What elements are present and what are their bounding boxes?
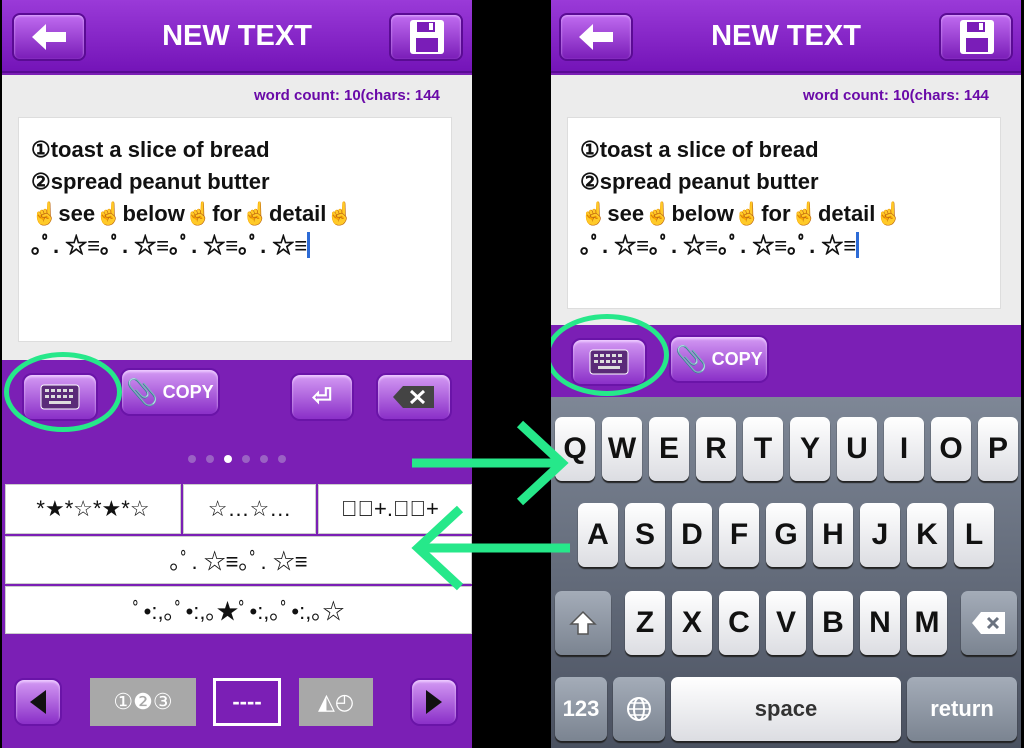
key-r[interactable]: R xyxy=(696,417,736,481)
key-e[interactable]: E xyxy=(649,417,689,481)
paperclip-icon: 📎 xyxy=(675,343,708,374)
key-g[interactable]: G xyxy=(766,503,806,567)
floppy-disk-icon xyxy=(960,20,994,54)
page-dot xyxy=(206,455,214,463)
arrow-right-icon xyxy=(412,420,569,506)
return-arrow-icon: ⏎ xyxy=(311,383,333,411)
text-line: ②spread peanut butter xyxy=(580,169,819,194)
on-screen-keyboard: Q W E R T Y U I O P A S D F G H J K L Z … xyxy=(551,397,1021,748)
key-z[interactable]: Z xyxy=(625,591,665,655)
symbol-cell[interactable]: ﾟ•:,｡ﾟ•:,｡★ﾟ•:,｡ﾟ•:,｡☆ xyxy=(5,586,472,634)
symbol-cell[interactable]: *★*☆*★*☆ xyxy=(5,484,181,534)
key-u[interactable]: U xyxy=(837,417,877,481)
return-key-button[interactable]: ⏎ xyxy=(290,373,354,421)
right-screen: NEW TEXT word count: 10(chars: 144 ①toas… xyxy=(551,0,1021,748)
symbol-cell[interactable]: ｡ﾟ. ☆≡｡ﾟ. ☆≡ xyxy=(5,536,472,584)
text-caret xyxy=(307,232,311,258)
key-k[interactable]: K xyxy=(907,503,947,567)
symbol-cell[interactable]: ☆…☆… xyxy=(183,484,316,534)
tab-shapes[interactable]: ◭◴ xyxy=(299,678,373,726)
text-line: ①toast a slice of bread xyxy=(31,137,270,162)
page-dot-active xyxy=(224,455,232,463)
key-a[interactable]: A xyxy=(578,503,618,567)
shift-arrow-icon xyxy=(569,610,597,635)
key-b[interactable]: B xyxy=(813,591,853,655)
nav-bar: NEW TEXT xyxy=(551,0,1021,73)
text-line: ☝see☝below☝for☝detail☝ xyxy=(31,201,354,226)
delete-key[interactable] xyxy=(961,591,1017,655)
key-w[interactable]: W xyxy=(602,417,642,481)
page-dot xyxy=(260,455,268,463)
tab-lines[interactable]: ---- xyxy=(213,678,281,726)
transition-arrows xyxy=(411,420,570,591)
page-dot xyxy=(278,455,286,463)
page-indicator xyxy=(2,450,472,468)
word-count: word count: 10(chars: 144 xyxy=(803,87,989,104)
text-editor[interactable]: ①toast a slice of bread ②spread peanut b… xyxy=(567,117,1001,309)
tab-numbers[interactable]: ①❷③ xyxy=(90,678,196,726)
space-key[interactable]: space xyxy=(671,677,901,741)
key-c[interactable]: C xyxy=(719,591,759,655)
prev-page-button[interactable] xyxy=(14,678,62,726)
save-button[interactable] xyxy=(939,13,1013,61)
text-line: ｡ﾟ. ☆≡｡ﾟ. ☆≡｡ﾟ. ☆≡｡ﾟ. ☆≡ xyxy=(31,230,439,262)
nav-bar: NEW TEXT xyxy=(2,0,472,73)
copy-label: COPY xyxy=(162,381,214,402)
globe-key[interactable] xyxy=(613,677,665,741)
key-s[interactable]: S xyxy=(625,503,665,567)
numbers-key[interactable]: 123 xyxy=(555,677,607,741)
copy-button[interactable]: 📎 COPY xyxy=(120,368,220,416)
key-m[interactable]: M xyxy=(907,591,947,655)
backspace-icon xyxy=(393,386,434,408)
next-page-button[interactable] xyxy=(410,678,458,726)
key-h[interactable]: H xyxy=(813,503,853,567)
key-p[interactable]: P xyxy=(978,417,1018,481)
key-o[interactable]: O xyxy=(931,417,971,481)
highlight-ring xyxy=(4,352,122,432)
key-f[interactable]: F xyxy=(719,503,759,567)
arrow-left-icon xyxy=(411,505,570,591)
text-line: ☝see☝below☝for☝detail☝ xyxy=(580,201,903,226)
key-t[interactable]: T xyxy=(743,417,783,481)
triangle-right-icon xyxy=(426,690,442,714)
symbol-bottom-bar: ①❷③ ---- ◭◴ xyxy=(2,668,472,748)
shift-key[interactable] xyxy=(555,591,611,655)
key-d[interactable]: D xyxy=(672,503,712,567)
page-dot xyxy=(242,455,250,463)
floppy-disk-icon xyxy=(410,20,444,54)
text-line: ｡ﾟ. ☆≡｡ﾟ. ☆≡｡ﾟ. ☆≡｡ﾟ. ☆≡ xyxy=(580,230,988,262)
word-count: word count: 10(chars: 144 xyxy=(254,87,440,104)
key-l[interactable]: L xyxy=(954,503,994,567)
key-v[interactable]: V xyxy=(766,591,806,655)
key-y[interactable]: Y xyxy=(790,417,830,481)
copy-button[interactable]: 📎 COPY xyxy=(669,335,769,383)
editor-area: word count: 10(chars: 144 ①toast a slice… xyxy=(551,75,1021,325)
editor-area: word count: 10(chars: 144 ①toast a slice… xyxy=(2,75,472,360)
return-key[interactable]: return xyxy=(907,677,1017,741)
text-line: ②spread peanut butter xyxy=(31,169,270,194)
copy-label: COPY xyxy=(711,348,763,369)
left-screen: NEW TEXT word count: 10(chars: 144 ①toas… xyxy=(2,0,472,748)
key-j[interactable]: J xyxy=(860,503,900,567)
triangle-left-icon xyxy=(30,690,46,714)
page-dot xyxy=(188,455,196,463)
key-i[interactable]: I xyxy=(884,417,924,481)
text-line: ①toast a slice of bread xyxy=(580,137,819,162)
save-button[interactable] xyxy=(389,13,463,61)
globe-icon xyxy=(627,697,651,721)
key-x[interactable]: X xyxy=(672,591,712,655)
text-editor[interactable]: ①toast a slice of bread ②spread peanut b… xyxy=(18,117,452,342)
key-n[interactable]: N xyxy=(860,591,900,655)
text-caret xyxy=(856,232,860,258)
paperclip-icon: 📎 xyxy=(126,376,159,407)
backspace-icon xyxy=(972,612,1005,634)
